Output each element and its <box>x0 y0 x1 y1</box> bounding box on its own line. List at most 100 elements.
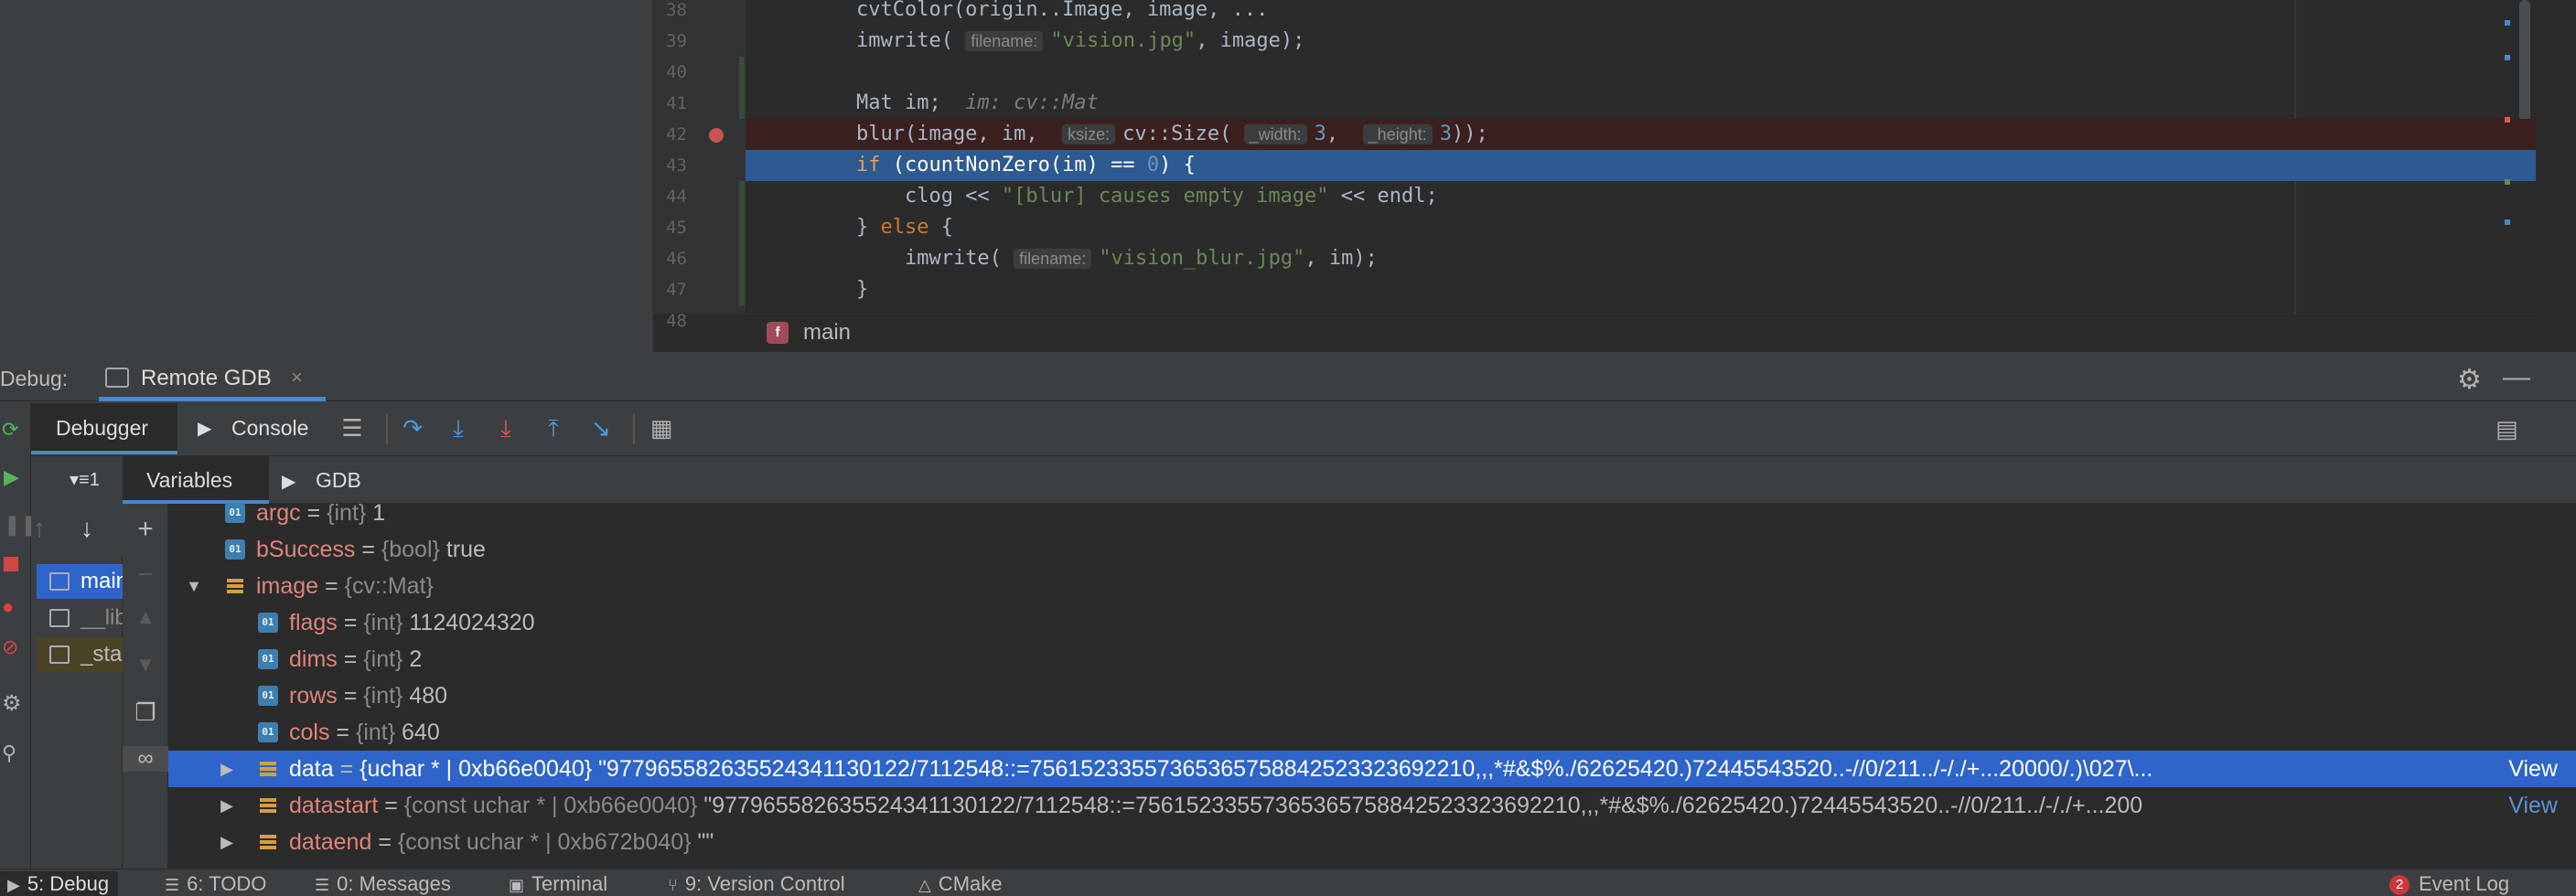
variable-row[interactable]: ▶ dataend = {const uchar * | 0xb672b040} … <box>168 824 2576 860</box>
tool-window-label: CMake <box>938 872 1003 895</box>
gutter-line[interactable]: 42 <box>654 119 746 150</box>
view-link[interactable]: View <box>2499 751 2558 787</box>
show-watches-icon[interactable]: ∞ <box>123 746 168 772</box>
frame-item[interactable]: main <box>37 564 123 599</box>
frame-item[interactable]: __libc_start_main <box>37 601 123 635</box>
gutter-line[interactable]: 41 <box>654 88 746 119</box>
scrollbar-marker[interactable] <box>2505 55 2510 60</box>
move-up-icon[interactable]: ▲ <box>123 605 168 629</box>
code-token: { <box>928 216 953 239</box>
view-link[interactable]: View <box>2499 787 2558 824</box>
gutter-line[interactable]: 43 <box>654 150 746 181</box>
vcs-change-marker[interactable] <box>739 181 745 305</box>
equals-sign: = <box>333 756 360 782</box>
frame-item[interactable]: _start <box>37 637 123 672</box>
code-line[interactable]: blur(image, im, ksize: cv::Size( _width: 3… <box>746 119 2536 150</box>
code-line[interactable]: } else { <box>746 212 2536 243</box>
tab-variables-label[interactable]: Variables <box>146 468 232 493</box>
gutter-line[interactable]: 46 <box>654 243 746 274</box>
tab-gdb[interactable]: GDB <box>316 468 361 493</box>
gutter-line[interactable]: 38 <box>654 0 746 26</box>
variable-row[interactable]: ▶ data = {uchar * | 0xb66e0040} "97796558… <box>168 751 2576 787</box>
gutter-line[interactable]: 48 <box>654 305 746 336</box>
arrow-up-icon[interactable]: ↑ <box>33 514 46 543</box>
scrollbar-marker[interactable] <box>2505 219 2510 225</box>
tab-debugger-label[interactable]: Debugger <box>56 416 148 441</box>
code-line[interactable]: imwrite( filename: "vision.jpg", image); <box>746 26 2536 57</box>
session-tab-label[interactable]: Remote GDB <box>141 366 272 391</box>
gutter-line[interactable]: 45 <box>654 212 746 243</box>
variable-row[interactable]: 01 flags = {int} 1124024320 <box>168 604 2576 641</box>
run-to-cursor-button[interactable]: ↘ <box>584 411 618 444</box>
expand-icon[interactable]: ▶ <box>218 751 236 787</box>
expand-icon[interactable]: ▶ <box>218 787 236 824</box>
gutter-line[interactable]: 47 <box>654 274 746 305</box>
code-line[interactable]: clog << "[blur] causes empty image" << e… <box>746 181 2536 212</box>
code-line[interactable]: } <box>746 274 2536 305</box>
scrollbar-marker[interactable] <box>2505 179 2510 185</box>
variable-row[interactable]: ▶ datastart = {const uchar * | 0xb66e0040… <box>168 787 2576 824</box>
gutter-line[interactable]: 44 <box>654 181 746 212</box>
tool-window-label: 9: Version Control <box>684 872 845 895</box>
variable-row[interactable]: 01 cols = {int} 640 <box>168 714 2576 751</box>
code-token: cv::Size( <box>1122 123 1244 145</box>
event-log-button[interactable]: 2 Event Log <box>2389 871 2509 896</box>
tool-window-button[interactable]: ▶ 5: Debug <box>0 871 119 896</box>
tool-window-button[interactable]: ☰ 0: Messages <box>307 871 460 896</box>
code-line[interactable]: if (countNonZero(im) == 0) { <box>746 150 2536 181</box>
settings-icon[interactable]: ⚙ <box>2 690 22 717</box>
stop-icon[interactable] <box>4 557 18 571</box>
mute-breakpoints-icon[interactable]: ⊘ <box>2 635 18 659</box>
restore-layout-icon[interactable]: ▤ <box>2496 415 2518 443</box>
step-into-button[interactable]: ⤓ <box>441 411 476 444</box>
minimize-icon[interactable]: — <box>2503 362 2530 393</box>
equals-sign: = <box>371 829 398 855</box>
expand-icon[interactable]: ▶ <box>218 824 236 860</box>
tool-window-button[interactable]: ⑂ 9: Version Control <box>660 871 854 896</box>
layout-menu-button[interactable]: ☰ <box>335 411 370 444</box>
tool-window-button[interactable]: △ CMake <box>911 871 1012 896</box>
equals-sign: = <box>300 500 327 526</box>
vcs-change-marker[interactable] <box>739 57 745 119</box>
variable-row[interactable]: 01 dims = {int} 2 <box>168 641 2576 677</box>
code-line[interactable] <box>746 57 2536 88</box>
equals-sign: = <box>378 793 404 818</box>
copy-icon[interactable]: ❐ <box>123 699 168 727</box>
collapse-icon[interactable]: ▼ <box>185 568 203 604</box>
resume-icon[interactable]: ▶ <box>4 465 19 489</box>
tool-window-button[interactable]: ▣ Terminal <box>501 871 617 896</box>
code-line[interactable]: cvtColor(origin..Image, image, ... <box>746 0 2536 26</box>
breakpoint-icon[interactable] <box>709 128 724 143</box>
variable-row[interactable]: 01 rows = {int} 480 <box>168 677 2576 714</box>
breadcrumb <box>746 314 2536 352</box>
pin-icon[interactable]: ⚲ <box>2 741 16 765</box>
code-line[interactable]: imwrite( filename: "vision_blur.jpg", im)… <box>746 243 2536 274</box>
move-down-icon[interactable]: ▼ <box>123 653 168 677</box>
thread-selector[interactable]: ▾≡1 <box>70 468 100 491</box>
variable-row[interactable]: 01 bSuccess = {bool} true <box>168 531 2576 568</box>
tab-console[interactable]: Console <box>231 416 308 441</box>
scrollbar-marker[interactable] <box>2505 20 2510 26</box>
view-breakpoints-icon[interactable]: ● <box>2 595 14 619</box>
scrollbar-marker[interactable] <box>2505 117 2510 123</box>
tool-window-button[interactable]: ☰ 6: TODO <box>157 871 275 896</box>
code-line[interactable]: Mat im; im: cv::Mat <box>746 88 2536 119</box>
gutter-line[interactable]: 39 <box>654 26 746 57</box>
step-out-button[interactable]: ⤒ <box>536 411 571 444</box>
close-icon[interactable]: × <box>291 366 303 389</box>
rerun-icon[interactable]: ⟳ <box>2 418 18 442</box>
breadcrumb-function[interactable]: main <box>803 320 851 346</box>
variable-text: dims = {int} 2 <box>289 641 422 677</box>
arrow-down-icon[interactable]: ↓ <box>80 514 93 543</box>
gutter-line[interactable]: 40 <box>654 57 746 88</box>
step-over-button[interactable]: ↷ <box>395 411 430 444</box>
remove-watch-icon[interactable]: − <box>123 560 168 591</box>
variable-text: image = {cv::Mat} <box>256 568 434 604</box>
force-step-into-button[interactable]: ⤓ <box>488 411 523 444</box>
gear-icon[interactable]: ⚙ <box>2457 364 2482 396</box>
variable-row[interactable]: ▼ image = {cv::Mat} <box>168 568 2576 604</box>
tool-window-label: 0: Messages <box>337 872 451 895</box>
evaluate-expression-button[interactable]: ▦ <box>644 411 679 444</box>
add-watch-icon[interactable]: + <box>123 514 168 545</box>
variable-row[interactable]: 01 argc = {int} 1 <box>168 495 2576 531</box>
